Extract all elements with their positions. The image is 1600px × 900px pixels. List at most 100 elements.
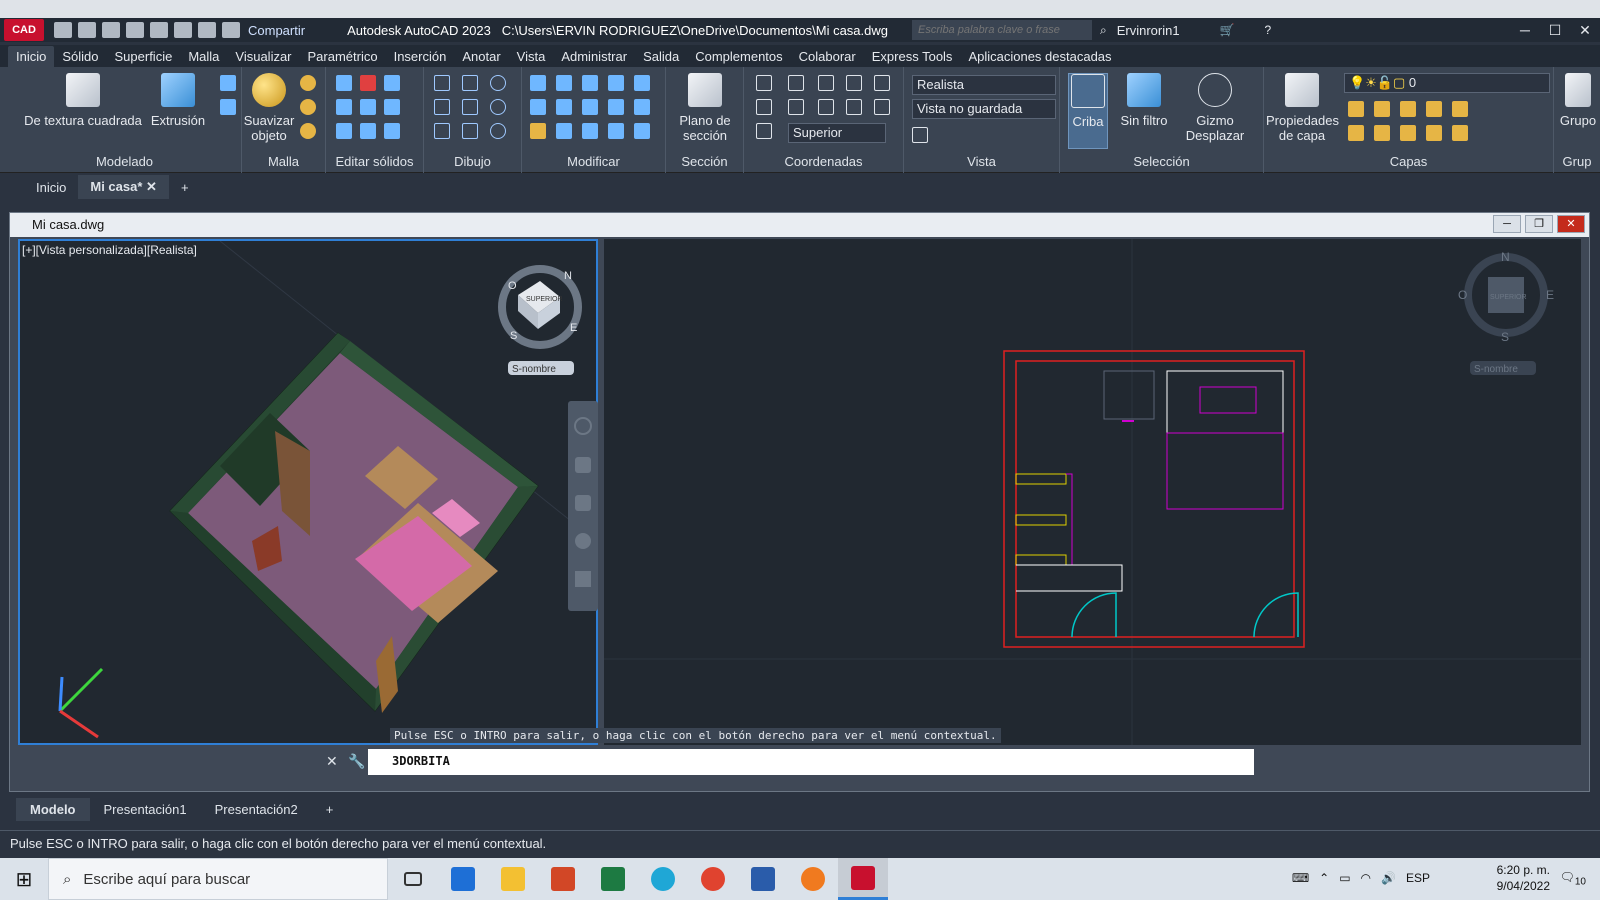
minimize-icon[interactable]: ─ [1493,215,1521,233]
word-icon[interactable] [738,858,788,900]
ribbon-tab-6[interactable]: Inserción [386,46,455,67]
panel-title-dibujo[interactable]: Dibujo [424,154,521,169]
criba-button[interactable]: Criba [1068,73,1108,149]
panel-title-vista[interactable]: Vista [904,154,1059,169]
new-icon[interactable] [54,22,72,38]
layer-tool-6-icon[interactable] [1348,125,1364,141]
ucs-3point-icon[interactable] [874,99,890,115]
ribbon-tab-12[interactable]: Colaborar [791,46,864,67]
panel-title-capas[interactable]: Capas [1264,154,1553,169]
erase-icon[interactable] [530,123,546,139]
circle-icon[interactable] [490,99,506,115]
open-icon[interactable] [78,22,96,38]
autocad-taskbar-icon[interactable] [838,858,888,900]
plano-seccion-button[interactable]: Plano de sección [670,73,740,143]
add-layout-button[interactable]: + [312,798,348,821]
arc-icon[interactable] [490,75,506,91]
panel-title-malla[interactable]: Malla [242,154,325,169]
ribbon-tab-7[interactable]: Anotar [454,46,508,67]
customize-icon[interactable]: 🔧 [348,753,365,770]
join-icon[interactable] [634,123,650,139]
maximize-icon[interactable]: ☐ [1540,18,1570,42]
viewport-config-icon[interactable] [912,127,928,143]
suavizar-button[interactable]: Suavizar objeto [242,73,296,143]
compass-east[interactable]: E [1546,288,1554,302]
fillet-icon[interactable] [556,99,572,115]
sin-filtro-button[interactable]: Sin filtro [1116,73,1172,128]
print-icon[interactable] [174,22,192,38]
panel-title-seleccion[interactable]: Selección [1060,154,1263,169]
subtract-icon[interactable] [360,75,376,91]
clock[interactable]: 6:20 p. m. 9/04/2022 [1497,862,1550,894]
ucs-named-icon[interactable] [756,123,772,139]
ucs-view-icon[interactable] [846,75,862,91]
extract-icon[interactable] [384,99,400,115]
navigation-bar[interactable] [568,401,598,611]
viewport-label[interactable]: [+][Vista personalizada][Realista] [22,243,197,257]
layer-tool-2-icon[interactable] [1374,101,1390,117]
intersect-icon[interactable] [384,75,400,91]
ucs-origin-icon[interactable] [818,75,834,91]
scale-icon[interactable] [608,99,624,115]
help-search-input[interactable] [912,20,1092,40]
named-view-combo[interactable]: Vista no guardada [912,99,1056,119]
layout-tab-0[interactable]: Modelo [16,797,90,821]
gizmo-desplazar-button[interactable]: Gizmo Desplazar [1180,73,1250,143]
viewport-3d[interactable]: [+][Vista personalizada][Realista] SUPER… [18,239,598,745]
help-icon[interactable]: ? [1265,23,1272,37]
wifi-icon[interactable]: ◠ [1361,871,1371,885]
restore-icon[interactable]: ❐ [1525,215,1553,233]
offset-icon[interactable] [582,123,598,139]
command-line-input[interactable]: 3DORBITA [368,749,1254,775]
new-tab-button[interactable]: + [169,176,201,199]
ribbon-tab-8[interactable]: Vista [509,46,554,67]
polygon-icon[interactable] [434,123,450,139]
propiedades-capa-button[interactable]: Propiedades de capa [1266,73,1339,143]
compass-south[interactable]: S [1501,330,1509,344]
spline-icon[interactable] [434,99,450,115]
polyline-icon[interactable] [434,75,450,91]
battery-icon[interactable]: ▭ [1339,871,1350,885]
plot-icon[interactable] [150,22,168,38]
volume-icon[interactable]: 🔊 [1381,871,1396,885]
powerpoint-icon[interactable] [538,858,588,900]
layer-tool-10-icon[interactable] [1452,125,1468,141]
panel-title-seccion[interactable]: Sección [666,154,743,169]
full-navigation-wheel-icon[interactable] [574,417,592,435]
zoom-icon[interactable] [575,495,591,511]
rectangle-icon[interactable] [462,123,478,139]
compass-north[interactable]: N [1501,250,1510,264]
viewcube-plan[interactable]: SUPERIOR N O E S S-nombre [1456,249,1556,389]
modeling-tool-icon[interactable] [220,75,236,91]
ribbon-tab-5[interactable]: Paramétrico [300,46,386,67]
command-close-icon[interactable]: ✕ [326,753,338,770]
cart-icon[interactable]: 🛒 [1220,23,1235,37]
ribbon-tab-13[interactable]: Express Tools [864,46,961,67]
mirror-icon[interactable] [608,75,624,91]
chevron-up-icon[interactable]: ⌃ [1319,871,1329,885]
layer-tool-9-icon[interactable] [1426,125,1442,141]
task-view-icon[interactable] [388,858,438,900]
compass-north[interactable]: N [564,270,572,282]
ucs-face-icon[interactable] [756,99,772,115]
layer-tool-4-icon[interactable] [1426,101,1442,117]
textura-cuadrada-button[interactable]: De textura cuadrada [18,73,148,128]
rotate-icon[interactable] [556,75,572,91]
extrusion-button[interactable]: Extrusión [148,73,208,128]
ucs-z-icon[interactable] [846,99,862,115]
ribbon-tab-11[interactable]: Complementos [687,46,790,67]
close-icon[interactable]: ✕ [146,179,157,194]
viewport-plan[interactable]: SUPERIOR N O E S S-nombre [604,239,1581,745]
taskbar-search[interactable]: ⌕ Escribe aquí para buscar [48,858,388,900]
ribbon-tab-9[interactable]: Administrar [553,46,635,67]
layout-tab-1[interactable]: Presentación1 [90,798,201,821]
line-icon[interactable] [462,75,478,91]
redo-icon[interactable] [222,22,240,38]
separate-icon[interactable] [384,123,400,139]
chamfer-icon[interactable] [634,99,650,115]
mail-icon[interactable] [438,858,488,900]
ray-icon[interactable] [462,99,478,115]
ribbon-tab-0[interactable]: Inicio [8,45,55,67]
layer-tool-3-icon[interactable] [1400,101,1416,117]
thicken-icon[interactable] [360,99,376,115]
